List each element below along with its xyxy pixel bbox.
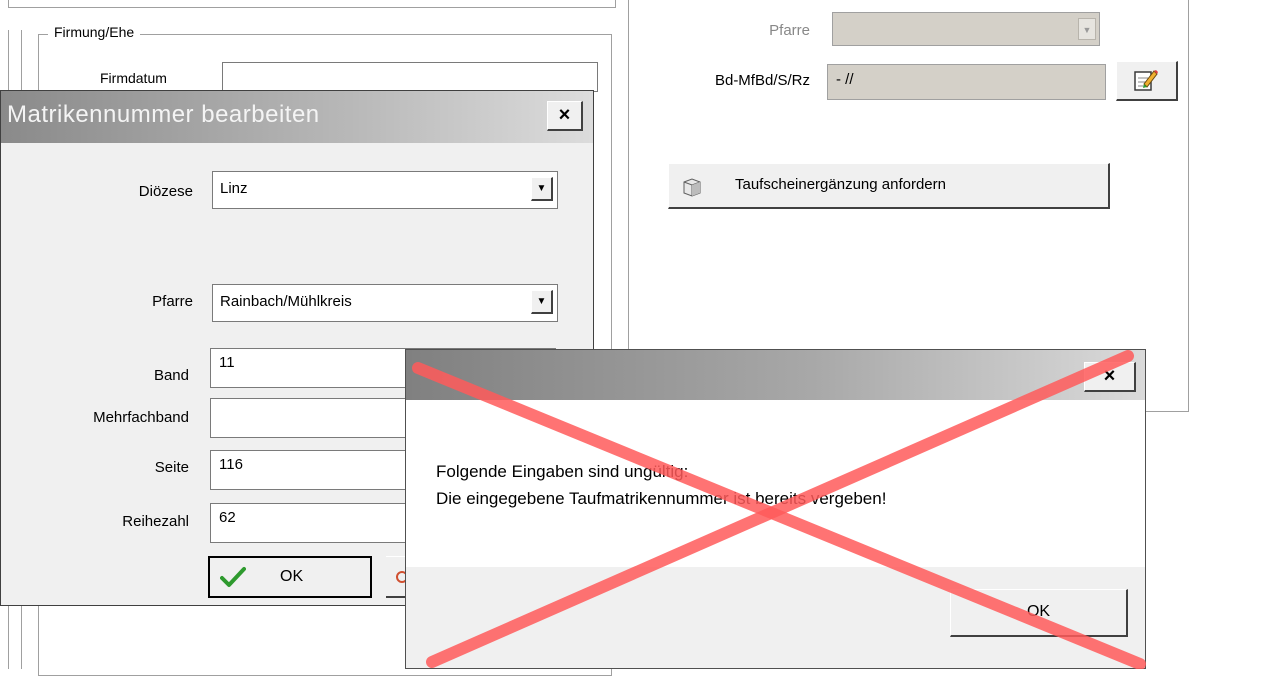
firmung-ehe-group-title: Firmung/Ehe: [48, 24, 141, 40]
pfarre-combo-disabled: ▼: [832, 12, 1100, 46]
cancel-button[interactable]: [386, 556, 408, 598]
mehrfachband-label: Mehrfachband: [93, 409, 189, 426]
taufschein-request-button[interactable]: Taufscheinergänzung anfordern: [668, 163, 1110, 209]
dioezese-label: Diözese: [138, 183, 193, 200]
firmdatum-field[interactable]: [222, 62, 598, 92]
dioezese-select[interactable]: Linz ▼: [212, 171, 558, 209]
close-button[interactable]: ×: [547, 101, 583, 131]
document-box-icon: [683, 178, 701, 197]
dropdown-arrow-icon[interactable]: ▼: [531, 290, 553, 314]
pfarre-label: Pfarre: [152, 293, 193, 310]
band-label: Band: [153, 367, 189, 384]
edit-matrikennummer-button[interactable]: [1116, 61, 1178, 101]
pfarre-value: Rainbach/Mühlkreis: [220, 293, 352, 310]
firmdatum-label: Firmdatum: [100, 70, 167, 86]
dialog-titlebar: Matrikennummer bearbeiten ×: [1, 91, 593, 143]
left-frame-line: [8, 30, 22, 90]
bd-label: Bd-MfBd/S/Rz: [714, 72, 810, 89]
seite-label: Seite: [154, 459, 189, 476]
error-message-dialog: × Folgende Eingaben sind ungültig: Die e…: [405, 349, 1146, 669]
bd-field: - //: [827, 64, 1106, 100]
close-icon: ×: [1103, 365, 1116, 387]
ok-button[interactable]: OK: [208, 556, 372, 598]
error-dialog-titlebar: ×: [406, 350, 1145, 400]
checkmark-icon: [220, 567, 246, 587]
reihezahl-label: Reihezahl: [122, 513, 189, 530]
error-message-line-2: Die eingegebene Taufmatrikennummer ist b…: [436, 489, 887, 508]
error-close-button[interactable]: ×: [1084, 362, 1136, 392]
dioezese-value: Linz: [220, 180, 248, 197]
error-message-line-1: Folgende Eingaben sind ungültig:: [436, 462, 689, 481]
left-frame-line-bottom: [8, 606, 22, 669]
error-ok-label: OK: [1026, 603, 1051, 620]
pfarre-select[interactable]: Rainbach/Mühlkreis ▼: [212, 284, 558, 322]
dialog-title: Matrikennummer bearbeiten: [7, 101, 320, 128]
dropdown-arrow-icon: ▼: [1078, 18, 1096, 40]
ok-label: OK: [280, 568, 304, 585]
dropdown-arrow-icon[interactable]: ▼: [531, 177, 553, 201]
top-frame-line: [8, 0, 616, 8]
edit-pencil-icon: [1134, 70, 1158, 91]
close-icon: ×: [558, 104, 571, 126]
error-message-area: Folgende Eingaben sind ungültig: Die ein…: [406, 400, 1145, 567]
error-ok-button[interactable]: OK: [950, 589, 1128, 637]
taufschein-request-label: Taufscheinergänzung anfordern: [735, 176, 946, 193]
pfarre-label-main: Pfarre: [769, 22, 810, 39]
